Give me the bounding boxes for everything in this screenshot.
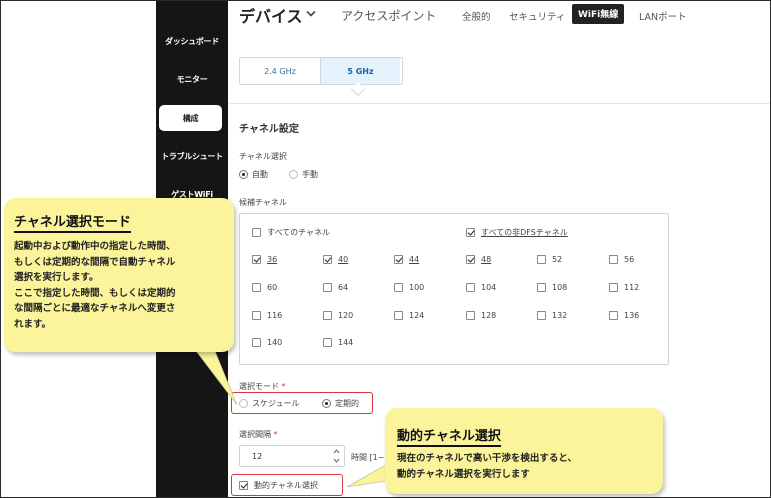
callout-line: な間隔ごとに最適なチャネルへ変更さ — [14, 303, 176, 314]
callout-title-text: チャネル選択モード — [14, 215, 131, 230]
title-underline — [14, 231, 131, 233]
callout-line: 起動中および動作中の指定した時間、 — [14, 241, 176, 252]
callout-line: 選択を実行します。 — [14, 272, 99, 283]
title-underline — [397, 445, 501, 447]
callout-title: 動的チャネル選択 — [397, 425, 501, 447]
callout-channel-mode: チャネル選択モード 起動中および動作中の指定した時間、 もしくは定期的な間隔で自… — [4, 198, 234, 352]
callout-line: もしくは定期的な間隔で自動チャネル — [14, 256, 176, 268]
callout-line: れます。 — [14, 318, 52, 330]
callout-title: チャネル選択モード — [14, 211, 131, 233]
mode-callout-pointer — [192, 346, 238, 406]
callout-body: 起動中および動作中の指定した時間、 もしくは定期的な間隔で自動チャネル 選択を実… — [14, 239, 176, 332]
callout-line: 動的チャネル選択を実行します — [397, 468, 530, 480]
callout-body: 現在のチャネルで高い干渉を検出すると、 動的チャネル選択を実行します — [397, 451, 577, 482]
app-window: ダッシュボード モニター 構成 トラブルシュート ゲストWiFi デバイス アク… — [0, 0, 771, 498]
callout-line: ここで指定した時間、もしくは定期的 — [14, 287, 176, 299]
callout-title-text: 動的チャネル選択 — [397, 429, 501, 444]
callout-line: 現在のチャネルで高い干渉を検出すると、 — [397, 453, 578, 464]
callout-dynamic-selection: 動的チャネル選択 現在のチャネルで高い干渉を検出すると、 動的チャネル選択を実行… — [385, 408, 663, 494]
